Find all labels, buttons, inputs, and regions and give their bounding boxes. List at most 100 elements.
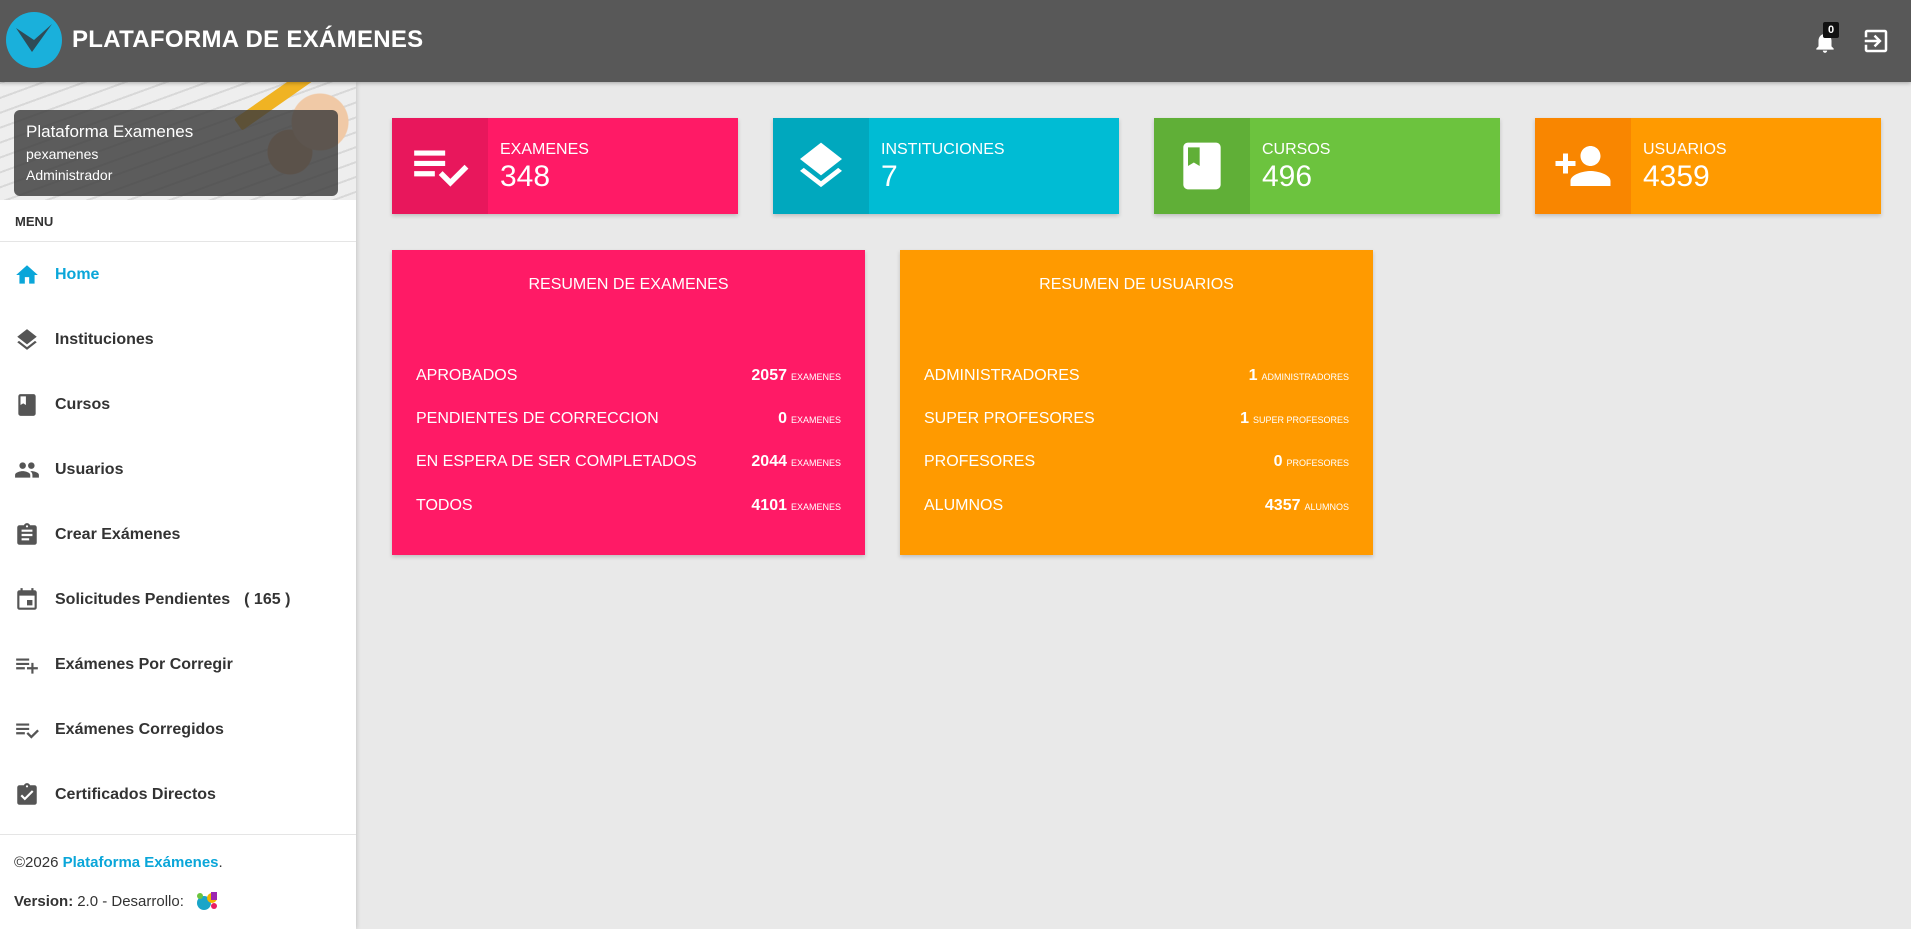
summary-row-label: ALUMNOS <box>924 497 1004 514</box>
brand-title[interactable]: PLATAFORMA DE EXÁMENES <box>72 26 424 54</box>
person-add-icon <box>1535 118 1631 214</box>
summary-row-unit: SUPER PROFESORES <box>1252 415 1349 425</box>
sidebar-item-label: Home <box>55 265 100 283</box>
summary-examenes: RESUMEN DE EXAMENES APROBADOS 2057 EXAMEN… <box>392 250 865 555</box>
sidebar-item-label: Crear Exámenes <box>55 525 181 543</box>
summary-row-label: EN ESPERA DE SER COMPLETADOS <box>416 453 697 470</box>
copyright: ©2026 Plataforma Exámenes. <box>14 854 223 871</box>
calendar-icon <box>13 586 41 614</box>
sidebar-item-instituciones[interactable]: Instituciones <box>0 307 356 372</box>
book-icon <box>13 391 41 419</box>
assignment-check-icon <box>13 781 41 809</box>
sidebar-item-label: Exámenes Por Corregir <box>55 655 233 673</box>
layers-icon <box>773 118 869 214</box>
sidebar-item-label: Instituciones <box>55 330 154 348</box>
summary-row-value: 1 <box>1248 367 1258 384</box>
version-label: Version: <box>14 892 74 910</box>
divider <box>0 834 356 835</box>
info-box-cursos[interactable]: CURSOS 496 <box>1154 118 1500 214</box>
sidebar-item-usuarios[interactable]: Usuarios <box>0 437 356 502</box>
logout-icon[interactable] <box>1860 26 1892 56</box>
summary-row-unit: EXAMENES <box>790 372 841 382</box>
developer-logo-icon[interactable] <box>192 888 224 914</box>
summary-row-unit: ALUMNOS <box>1304 502 1349 512</box>
sidebar-item-label: Cursos <box>55 395 111 413</box>
summary-row: APROBADOS 2057 EXAMENES <box>416 364 841 388</box>
copyright-suffix: . <box>218 854 223 871</box>
copyright-prefix: ©2026 <box>14 854 63 871</box>
info-box-value: 348 <box>500 160 551 193</box>
info-box-usuarios[interactable]: USUARIOS 4359 <box>1535 118 1881 214</box>
sidebar-item-home[interactable]: Home <box>0 242 356 307</box>
summary-row-unit: ADMINISTRADORES <box>1261 372 1349 382</box>
top-bar: PLATAFORMA DE EXÁMENES 0 <box>0 0 1911 82</box>
summary-row: ADMINISTRADORES 1 ADMINISTRADORES <box>924 364 1349 388</box>
summary-title: RESUMEN DE EXAMENES <box>528 276 729 293</box>
people-icon <box>13 456 41 484</box>
summary-row-value: 0 <box>778 410 787 427</box>
assignment-icon <box>13 521 41 549</box>
sidebar-item-label: Usuarios <box>55 460 124 478</box>
sidebar-item-cursos[interactable]: Cursos <box>0 372 356 437</box>
sidebar: Plataforma Examenes pexamenes Administra… <box>0 82 356 929</box>
user-role: Administrador <box>26 167 113 183</box>
summary-row-value: 1 <box>1240 410 1249 427</box>
info-box-value: 7 <box>881 160 898 193</box>
sidebar-item-label: Certificados Directos <box>55 785 216 803</box>
info-box-label: CURSOS <box>1262 141 1331 158</box>
notification-badge[interactable]: 0 <box>1823 22 1839 38</box>
summary-row-label: ADMINISTRADORES <box>924 367 1080 384</box>
sidebar-item-certificados-directos[interactable]: Certificados Directos <box>0 762 356 827</box>
summary-row-label: PENDIENTES DE CORRECCION <box>416 410 659 427</box>
summary-row: PENDIENTES DE CORRECCION 0 EXAMENES <box>416 407 841 431</box>
pending-count: ( 165 ) <box>244 590 291 608</box>
home-icon <box>13 261 41 289</box>
sidebar-item-label: Exámenes Corregidos <box>55 720 224 738</box>
summary-row-label: APROBADOS <box>416 367 518 384</box>
summary-row-unit: EXAMENES <box>790 415 841 425</box>
summary-row-label: SUPER PROFESORES <box>924 410 1095 427</box>
summary-row-label: PROFESORES <box>924 453 1036 470</box>
summary-row-unit: EXAMENES <box>790 502 841 512</box>
summary-row: PROFESORES 0 PROFESORES <box>924 450 1349 474</box>
menu-header: MENU <box>15 214 54 229</box>
sidebar-menu: Home Instituciones Cursos Usuarios Crear… <box>0 242 356 827</box>
summary-row-value: 2044 <box>751 453 787 470</box>
sidebar-item-examenes-corregidos[interactable]: Exámenes Corregidos <box>0 697 356 762</box>
summary-row: TODOS 4101 EXAMENES <box>416 494 841 518</box>
copyright-link[interactable]: Plataforma Exámenes <box>63 854 219 871</box>
summary-row-value: 4101 <box>751 497 787 514</box>
summary-row: ALUMNOS 4357 ALUMNOS <box>924 494 1349 518</box>
playlist-check-icon <box>13 716 41 744</box>
sidebar-item-solicitudes-pendientes[interactable]: Solicitudes Pendientes ( 165 ) <box>0 567 356 632</box>
book-icon <box>1154 118 1250 214</box>
layers-icon <box>13 326 41 354</box>
version-text: 2.0 - Desarrollo: <box>77 892 184 910</box>
version-info: Version: 2.0 - Desarrollo: <box>14 888 224 914</box>
info-box-label: USUARIOS <box>1643 141 1727 158</box>
summary-row: SUPER PROFESORES 1 SUPER PROFESORES <box>924 407 1349 431</box>
sidebar-item-label: Solicitudes Pendientes <box>55 590 231 608</box>
info-box-label: INSTITUCIONES <box>881 141 1005 158</box>
playlist-add-icon <box>13 651 41 679</box>
summary-row-value: 0 <box>1273 453 1283 470</box>
summary-row-unit: EXAMENES <box>790 458 841 468</box>
sidebar-item-examenes-por-corregir[interactable]: Exámenes Por Corregir <box>0 632 356 697</box>
summary-row: EN ESPERA DE SER COMPLETADOS 2044 EXAMENE… <box>416 450 841 474</box>
user-info-panel: Plataforma Examenes pexamenes Administra… <box>0 82 356 200</box>
user-login: pexamenes <box>26 146 99 162</box>
user-card: Plataforma Examenes pexamenes Administra… <box>14 110 338 196</box>
user-name: Plataforma Examenes <box>26 122 194 141</box>
summary-row-value: 4357 <box>1264 497 1301 514</box>
summary-row-unit: PROFESORES <box>1286 458 1349 468</box>
info-box-label: EXAMENES <box>500 141 589 158</box>
info-box-instituciones[interactable]: INSTITUCIONES 7 <box>773 118 1119 214</box>
summary-row-label: TODOS <box>416 497 473 514</box>
summary-title: RESUMEN DE USUARIOS <box>1039 276 1234 293</box>
summary-usuarios: RESUMEN DE USUARIOS ADMINISTRADORES 1 ADM… <box>900 250 1373 555</box>
logo-check-icon[interactable] <box>6 12 62 68</box>
sidebar-item-crear-examenes[interactable]: Crear Exámenes <box>0 502 356 567</box>
info-box-examenes[interactable]: EXAMENES 348 <box>392 118 738 214</box>
info-box-value: 496 <box>1262 160 1313 193</box>
playlist-check-icon <box>392 118 488 214</box>
